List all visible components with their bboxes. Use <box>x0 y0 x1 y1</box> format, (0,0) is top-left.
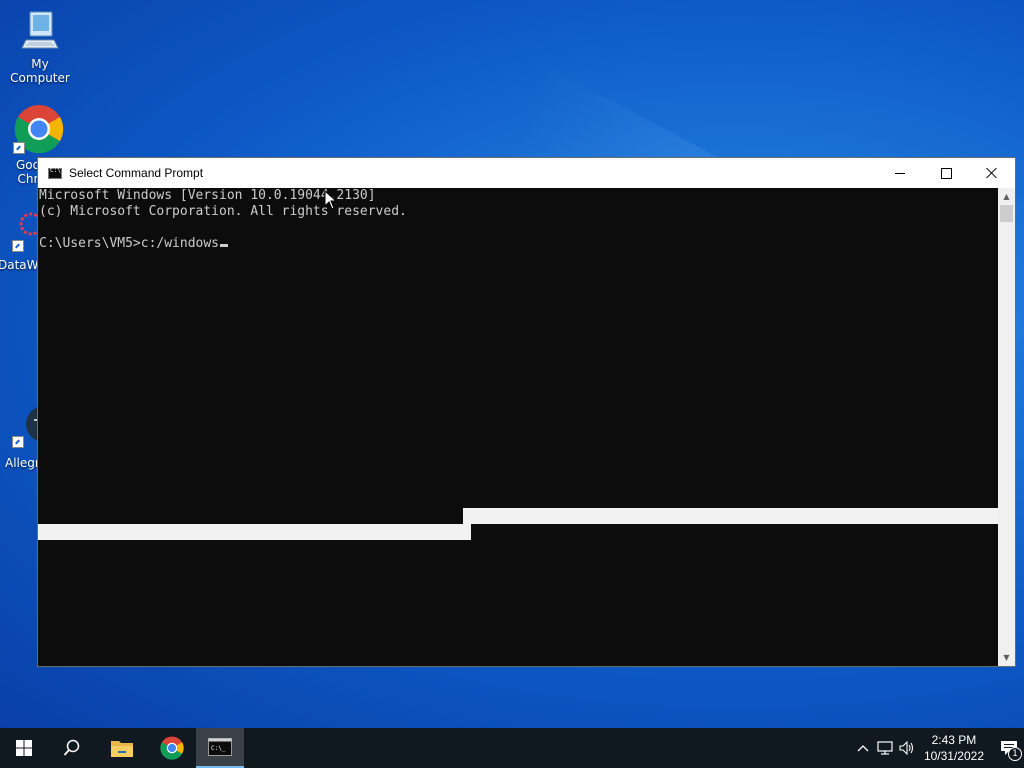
start-button[interactable] <box>0 728 48 768</box>
scrollbar-thumb[interactable] <box>1000 205 1013 222</box>
svg-text:C:\_: C:\_ <box>211 745 226 752</box>
clock-date: 10/31/2022 <box>923 749 984 763</box>
computer-icon <box>21 11 59 49</box>
console-line: Microsoft Windows [Version 10.0.19044.21… <box>39 188 376 203</box>
shortcut-arrow-icon <box>13 142 25 154</box>
scroll-up-button[interactable]: ▲ <box>998 188 1015 205</box>
console-line: (c) Microsoft Corporation. All rights re… <box>39 204 407 219</box>
selection-highlight <box>463 508 999 524</box>
desktop-icon-label: My Computer <box>10 57 70 85</box>
windows-logo-icon <box>16 740 32 756</box>
window-title-bar[interactable]: Select Command Prompt <box>38 158 1015 188</box>
window-title: Select Command Prompt <box>69 166 204 180</box>
desktop-icon-label: Allegr <box>5 456 40 470</box>
clock-time: 2:43 PM <box>931 733 977 747</box>
taskbar-file-explorer[interactable] <box>98 728 146 768</box>
command-prompt-icon <box>48 167 64 179</box>
command-prompt-window[interactable]: Select Command Prompt Microsoft Windows … <box>37 157 1016 667</box>
notification-count-badge: 1 <box>1008 747 1022 761</box>
shortcut-arrow-icon <box>12 436 24 448</box>
taskbar-search-button[interactable] <box>48 728 96 768</box>
vertical-scrollbar[interactable]: ▲ ▼ <box>998 188 1015 666</box>
taskbar-chrome[interactable] <box>148 728 196 768</box>
console-output[interactable]: Microsoft Windows [Version 10.0.19044.21… <box>38 188 999 666</box>
chevron-up-icon <box>857 745 869 752</box>
shortcut-arrow-icon <box>12 240 24 252</box>
taskbar-clock[interactable]: 2:43 PM 10/31/2022 <box>924 732 984 764</box>
taskbar-command-prompt[interactable]: C:\_ <box>196 728 244 768</box>
network-button[interactable] <box>874 728 896 768</box>
chrome-icon <box>160 736 184 760</box>
system-tray: 2:43 PM 10/31/2022 1 <box>852 728 1024 768</box>
maximize-icon <box>940 167 952 179</box>
console-prompt-text: C:\Users\VM5>c:/windows <box>39 236 220 251</box>
mouse-pointer-icon <box>324 190 338 210</box>
desktop-icon-my-computer[interactable]: My Computer <box>0 8 80 85</box>
minimize-button[interactable] <box>877 158 923 188</box>
network-icon <box>877 741 893 755</box>
console-input-line[interactable]: C:\Users\VM5>c:/windows <box>39 236 999 252</box>
minimize-icon <box>895 172 905 174</box>
selection-highlight <box>38 524 471 540</box>
taskbar: C:\_ 2:43 PM 10/31/2022 1 <box>0 728 1024 768</box>
maximize-button[interactable] <box>923 158 969 188</box>
action-center-button[interactable]: 1 <box>994 728 1024 768</box>
folder-icon <box>111 741 133 757</box>
close-button[interactable] <box>969 158 1015 188</box>
show-hidden-icons-button[interactable] <box>852 728 874 768</box>
close-icon <box>986 167 998 179</box>
desktop-icon-label: DataW <box>0 258 39 272</box>
search-icon <box>63 739 80 756</box>
desktop-icon-google-chrome[interactable]: Goo Chr <box>0 104 79 186</box>
speaker-icon <box>899 741 913 755</box>
text-cursor <box>220 244 229 247</box>
command-prompt-icon: C:\_ <box>208 738 232 756</box>
volume-button[interactable] <box>896 728 918 768</box>
scroll-down-button[interactable]: ▼ <box>998 649 1015 666</box>
